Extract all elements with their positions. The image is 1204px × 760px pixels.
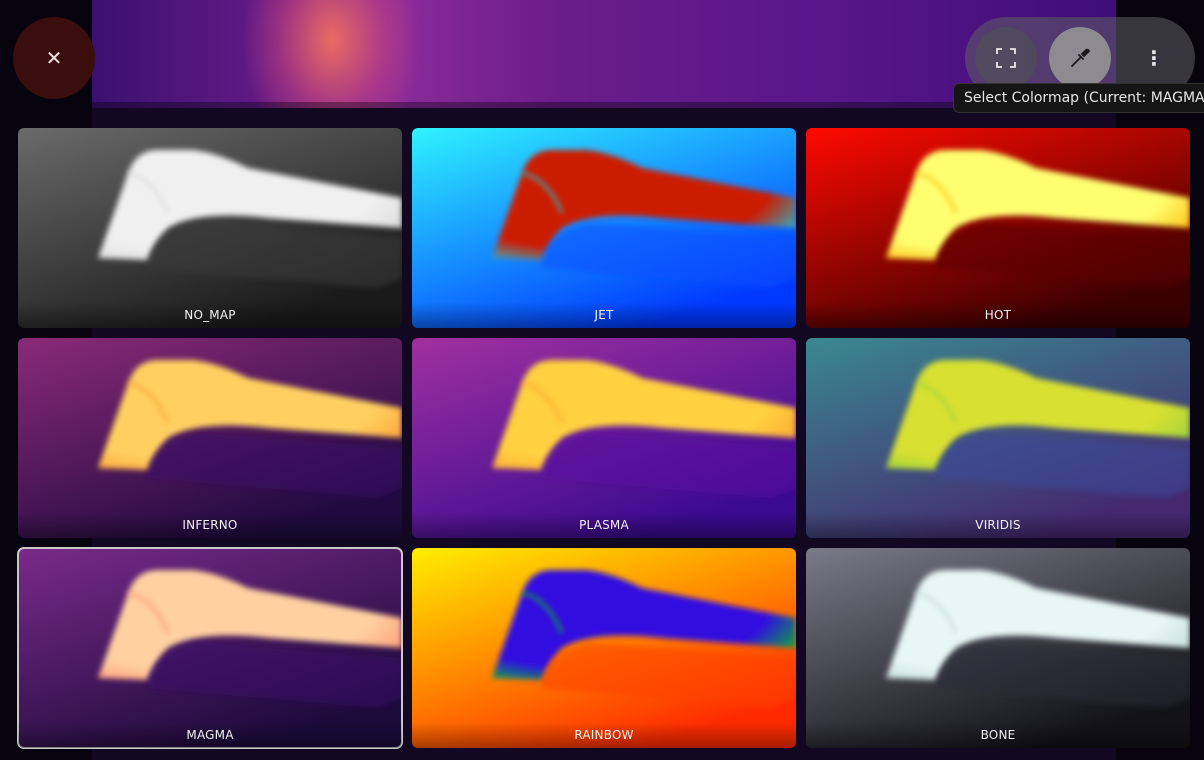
colormap-thumbnail [18, 338, 402, 538]
colormap-thumbnail [412, 128, 796, 328]
colormap-button[interactable] [1049, 27, 1111, 89]
colormap-label: JET [412, 302, 796, 328]
colormap-label: NO_MAP [18, 302, 402, 328]
colormap-label: HOT [806, 302, 1190, 328]
fullscreen-button[interactable] [975, 27, 1037, 89]
colormap-option-rainbow[interactable]: RAINBOW [412, 548, 796, 748]
colormap-label: INFERNO [18, 512, 402, 538]
close-icon: ✕ [45, 46, 63, 70]
colormap-thumbnail [412, 338, 796, 538]
colormap-option-no-map[interactable]: NO_MAP [18, 128, 402, 328]
more-options-button[interactable]: ⋮ [1123, 27, 1185, 89]
fullscreen-icon [996, 48, 1016, 68]
eyedropper-icon [1071, 48, 1090, 67]
colormap-selector-screen: ✕ ⋮ Select Colormap (Current: MAGMA) NO_ [0, 0, 1204, 760]
colormap-tooltip: Select Colormap (Current: MAGMA) [953, 83, 1204, 113]
colormap-thumbnail [412, 548, 796, 748]
colormap-option-hot[interactable]: HOT [806, 128, 1190, 328]
colormap-option-magma[interactable]: MAGMA [17, 547, 403, 749]
colormap-thumbnail [806, 128, 1190, 328]
colormap-option-viridis[interactable]: VIRIDIS [806, 338, 1190, 538]
colormap-label: MAGMA [18, 722, 402, 748]
colormap-thumbnail [806, 338, 1190, 538]
colormap-label: RAINBOW [412, 722, 796, 748]
colormap-label: PLASMA [412, 512, 796, 538]
colormap-option-bone[interactable]: BONE [806, 548, 1190, 748]
colormap-thumbnail [18, 128, 402, 328]
colormap-thumbnail [806, 548, 1190, 748]
more-vertical-icon: ⋮ [1144, 46, 1164, 70]
colormap-label: BONE [806, 722, 1190, 748]
colormap-label: VIRIDIS [806, 512, 1190, 538]
close-button[interactable]: ✕ [13, 17, 95, 99]
colormap-option-jet[interactable]: JET [412, 128, 796, 328]
colormap-option-inferno[interactable]: INFERNO [18, 338, 402, 538]
colormap-option-plasma[interactable]: PLASMA [412, 338, 796, 538]
colormap-thumbnail [18, 548, 402, 748]
